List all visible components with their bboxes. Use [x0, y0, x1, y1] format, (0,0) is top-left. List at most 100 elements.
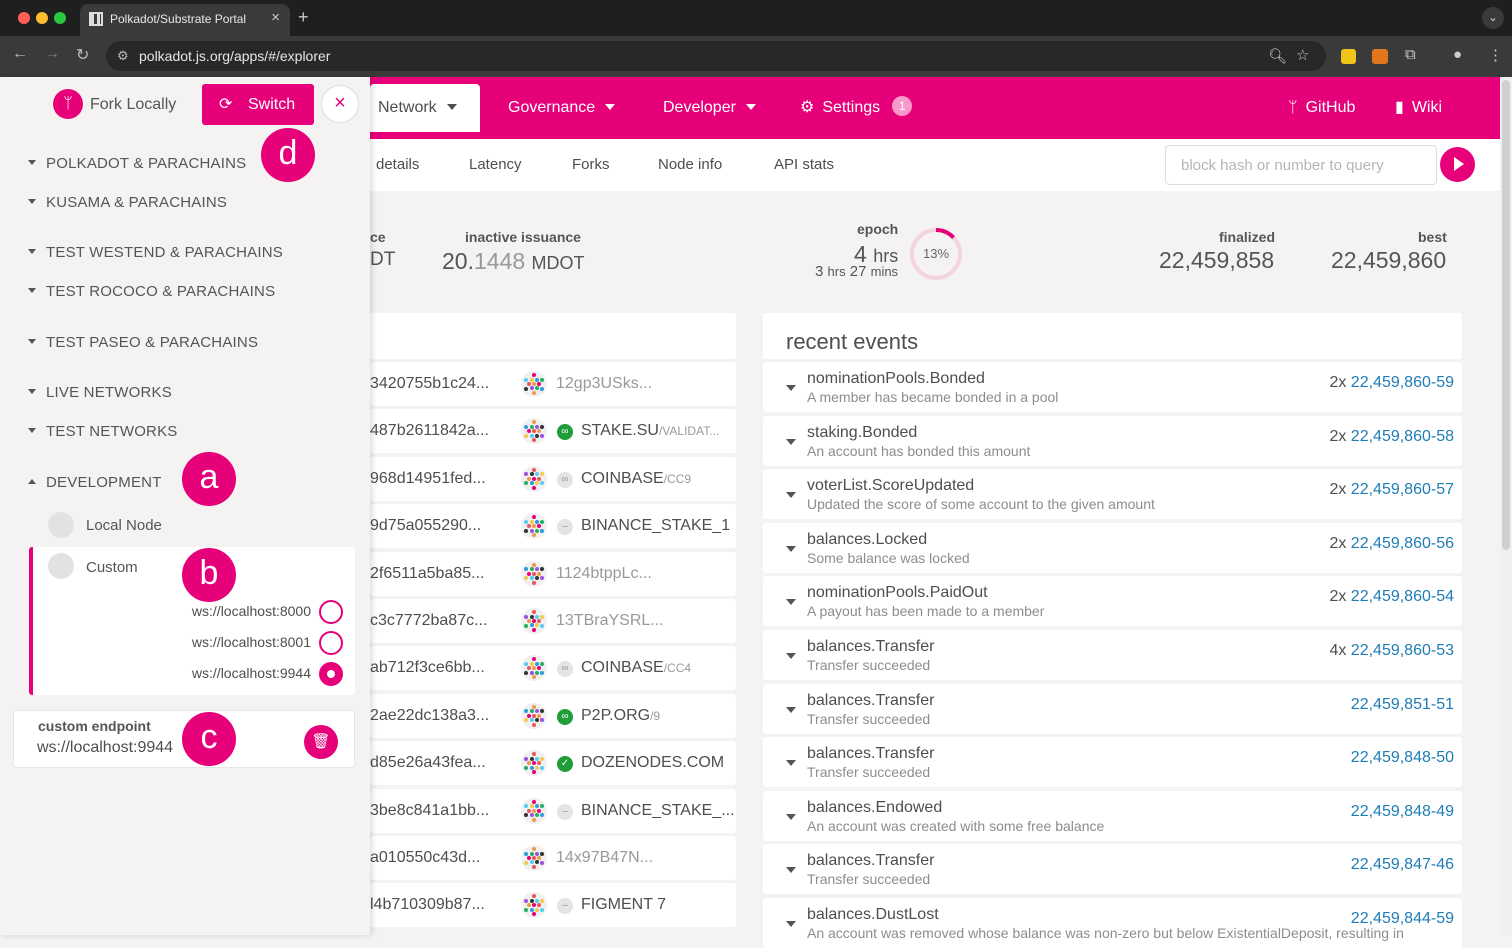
endpoint-8000[interactable]: ws://localhost:8000 [192, 603, 311, 619]
endpoint-8001[interactable]: ws://localhost:8001 [192, 634, 311, 650]
tab-search-icon[interactable]: ⌄ [1482, 7, 1504, 29]
endpoint-9944[interactable]: ws://localhost:9944 [192, 665, 311, 681]
forward-icon[interactable]: → [44, 45, 60, 63]
block-author[interactable]: 13TBraYSRL... [556, 612, 664, 630]
nav-governance[interactable]: Governance [508, 77, 616, 131]
block-hash[interactable]: 2ae22dc138a3... [370, 707, 489, 725]
event-block-link[interactable]: 22,459,847-46 [1351, 856, 1454, 873]
switch-button[interactable]: ⟳ Switch [202, 84, 314, 125]
chevron-down-icon[interactable] [786, 867, 796, 874]
block-row[interactable]: 968d14951fed... ∞ COINBASE/CC9 [370, 456, 736, 501]
chevron-down-icon[interactable] [786, 545, 796, 552]
new-tab-icon[interactable]: + [298, 7, 309, 28]
event-row[interactable]: balances.Transfer Transfer succeeded 4x 22… [763, 630, 1462, 680]
nav-wiki[interactable]: ▮ Wiki [1395, 77, 1442, 131]
tab-node-info[interactable]: Node info [658, 156, 722, 173]
tab-details[interactable]: details [376, 156, 419, 173]
query-play-button[interactable] [1440, 147, 1475, 182]
custom-option[interactable]: Custom [86, 559, 138, 576]
block-hash[interactable]: 487b2611842a... [370, 422, 489, 440]
block-query-input[interactable] [1165, 145, 1437, 185]
block-author[interactable]: 12gp3USks... [556, 375, 652, 393]
chevron-down-icon[interactable] [786, 921, 796, 927]
address-bar[interactable]: ⚙ polkadot.js.org/apps/#/explorer 🔍︎ ☆ [106, 41, 1326, 71]
group-rococo[interactable]: TEST ROCOCO & PARACHAINS [28, 283, 275, 300]
browser-menu-icon[interactable]: ⋮ [1488, 46, 1503, 64]
event-row[interactable]: voterList.ScoreUpdated Updated the score … [763, 469, 1462, 520]
event-block-link[interactable]: 22,459,848-49 [1351, 803, 1454, 820]
block-row[interactable]: 9d75a055290... – BINANCE_STAKE_1 [370, 504, 736, 549]
zoom-icon[interactable]: 🔍︎ [1268, 47, 1287, 65]
page-scrollbar[interactable] [1500, 77, 1512, 935]
event-block-link[interactable]: 22,459,860-56 [1351, 535, 1454, 552]
fork-locally-button[interactable]: Fork Locally [90, 96, 176, 114]
group-live-networks[interactable]: LIVE NETWORKS [28, 384, 172, 401]
block-row[interactable]: 3420755b1c24... 12gp3USks... [370, 362, 736, 406]
local-node-option[interactable]: Local Node [86, 517, 162, 534]
block-row[interactable]: d85e26a43fea... ✓ DOZENODES.COM [370, 741, 736, 786]
block-author[interactable]: 1124btppLc... [556, 565, 652, 583]
tab-close-icon[interactable]: × [271, 9, 280, 26]
event-row[interactable]: balances.DustLost An account was removed … [763, 898, 1462, 948]
scroll-thumb[interactable] [1502, 80, 1510, 550]
chevron-down-icon[interactable] [786, 653, 796, 659]
metamask-icon[interactable] [1372, 49, 1388, 64]
event-row[interactable]: nominationPools.PaidOut A payout has been… [763, 576, 1462, 627]
back-icon[interactable]: ← [12, 45, 28, 63]
group-westend[interactable]: TEST WESTEND & PARACHAINS [28, 244, 283, 261]
block-row[interactable]: 2f6511a5ba85... 1124btppLc... [370, 551, 736, 596]
extensions-puzzle-icon[interactable]: ⧉ [1405, 46, 1416, 63]
block-row[interactable]: ab712f3ce6bb... ∞ COINBASE/CC4 [370, 646, 736, 691]
block-author[interactable]: COINBASE/CC9 [581, 470, 691, 488]
chevron-down-icon[interactable] [786, 813, 796, 820]
event-row[interactable]: balances.Transfer Transfer succeeded 22,4… [763, 844, 1462, 895]
block-author[interactable]: STAKE.SU/VALIDAT... [581, 422, 719, 440]
event-block-link[interactable]: 22,459,860-58 [1351, 428, 1454, 445]
extension-icon[interactable] [1341, 49, 1356, 64]
block-author[interactable]: COINBASE/CC4 [581, 659, 691, 677]
block-author[interactable]: FIGMENT 7 [581, 896, 666, 914]
reload-icon[interactable]: ↻ [76, 45, 89, 65]
endpoint-8001-radio[interactable] [319, 631, 343, 655]
event-row[interactable]: nominationPools.Bonded A member has becam… [763, 362, 1462, 412]
tab-latency[interactable]: Latency [469, 156, 522, 173]
block-author[interactable]: BINANCE_STAKE_1 [581, 517, 730, 535]
nav-github[interactable]: ᛘ GitHub [1288, 77, 1355, 131]
event-block-link[interactable]: 22,459,851-51 [1351, 696, 1454, 713]
nav-developer[interactable]: Developer [663, 77, 756, 131]
block-author[interactable]: 14x97B47N... [556, 849, 653, 867]
nav-network[interactable]: Network [370, 84, 480, 132]
block-hash[interactable]: 9d75a055290... [370, 517, 481, 535]
block-hash[interactable]: 2f6511a5ba85... [370, 565, 484, 583]
browser-tab[interactable]: Polkadot/Substrate Portal × [80, 4, 290, 36]
group-kusama[interactable]: KUSAMA & PARACHAINS [28, 194, 227, 211]
event-row[interactable]: balances.Endowed An account was created w… [763, 790, 1462, 841]
site-info-icon[interactable]: ⚙ [117, 48, 129, 64]
block-row[interactable]: 2ae22dc138a3... ∞ P2P.ORG/9 [370, 693, 736, 738]
chevron-down-icon[interactable] [786, 706, 796, 713]
event-block-link[interactable]: 22,459,860-54 [1351, 588, 1454, 605]
tab-forks[interactable]: Forks [572, 156, 610, 173]
event-block-link[interactable]: 22,459,860-57 [1351, 481, 1454, 498]
close-window-icon[interactable] [18, 12, 30, 24]
group-test-networks[interactable]: TEST NETWORKS [28, 423, 178, 440]
group-development[interactable]: DEVELOPMENT [28, 474, 162, 491]
event-row[interactable]: balances.Transfer Transfer succeeded 22,4… [763, 737, 1462, 788]
event-row[interactable]: staking.Bonded An account has bonded this… [763, 415, 1462, 466]
block-hash[interactable]: a010550c43d... [370, 849, 480, 867]
block-hash[interactable]: c3c7772ba87c... [370, 612, 487, 630]
chevron-down-icon[interactable] [786, 438, 796, 445]
group-paseo[interactable]: TEST PASEO & PARACHAINS [28, 334, 258, 351]
chevron-down-icon[interactable] [786, 492, 796, 499]
event-row[interactable]: balances.Locked Some balance was locked 2x… [763, 522, 1462, 573]
group-polkadot[interactable]: POLKADOT & PARACHAINS [28, 155, 246, 172]
profile-icon[interactable]: ● [1453, 46, 1462, 63]
maximize-window-icon[interactable] [54, 12, 66, 24]
chevron-down-icon[interactable] [786, 599, 796, 606]
close-sidebar-button[interactable]: × [321, 85, 359, 123]
bookmark-star-icon[interactable]: ☆ [1296, 46, 1309, 64]
block-row[interactable]: 487b2611842a... ∞ STAKE.SU/VALIDAT... [370, 409, 736, 454]
block-row[interactable]: l4b710309b87... – FIGMENT 7 [370, 883, 736, 928]
event-row[interactable]: balances.Transfer Transfer succeeded 22,4… [763, 683, 1462, 734]
event-block-link[interactable]: 22,459,860-53 [1351, 642, 1454, 659]
